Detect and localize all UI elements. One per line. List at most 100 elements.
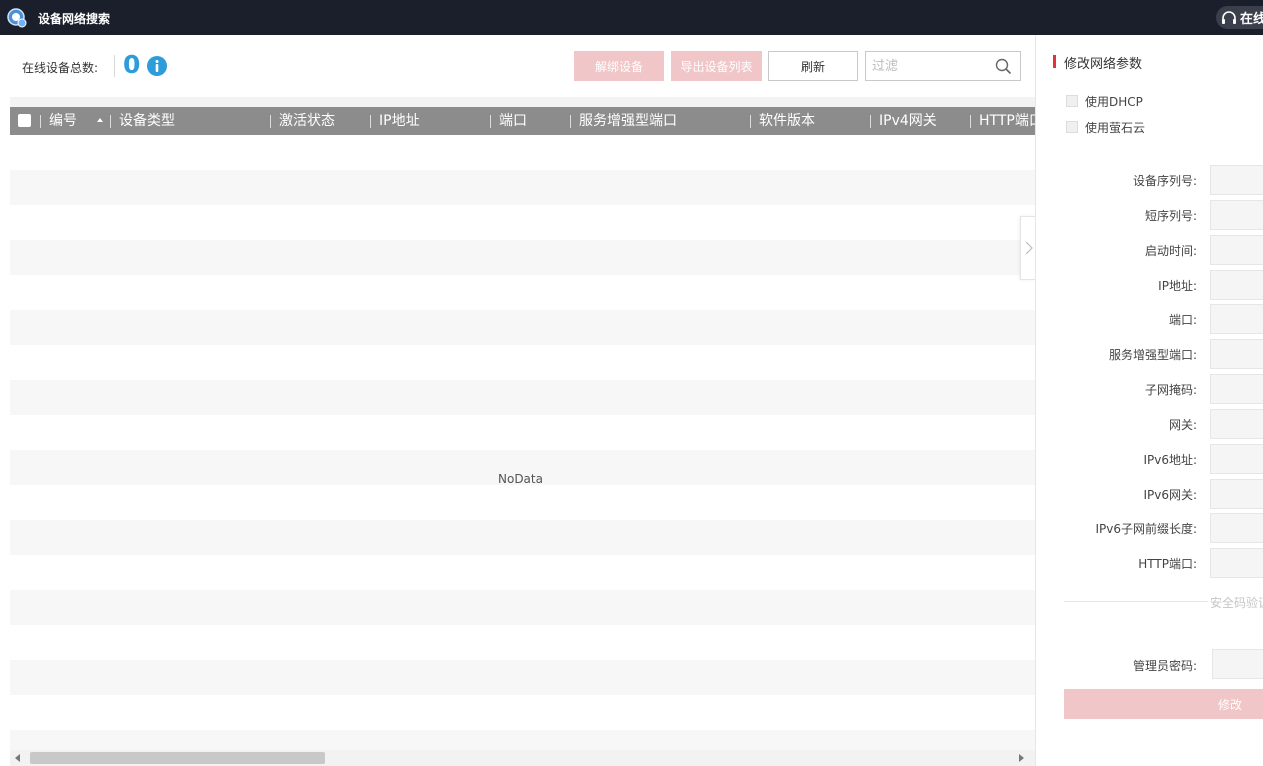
admin-password-field[interactable] [1212, 649, 1263, 679]
column-header-ip[interactable]: IP地址 [379, 107, 420, 135]
table-row [10, 345, 1035, 380]
ipv6-gateway-label: IPv6网关: [1143, 488, 1197, 502]
enhanced-port-label: 服务增强型端口: [1108, 348, 1197, 362]
column-header-id[interactable]: 编号 [49, 107, 77, 135]
info-icon[interactable] [147, 56, 167, 76]
ipv6-prefix-label: IPv6子网前缀长度: [1095, 522, 1197, 536]
http-port-field[interactable] [1210, 548, 1263, 578]
title-bar: 设备网络搜索 在线 [0, 0, 1263, 35]
online-count-label: 在线设备总数: [22, 61, 99, 75]
column-header-device-type[interactable]: 设备类型 [119, 107, 175, 135]
online-service-button[interactable]: 在线 [1216, 6, 1263, 29]
column-header-ipv4-gateway[interactable]: IPv4网关 [879, 107, 937, 135]
table-row [10, 170, 1035, 205]
filter-input[interactable] [866, 52, 986, 80]
table-row [10, 660, 1035, 695]
app-logo-icon [7, 8, 27, 28]
table-row [10, 135, 1035, 170]
column-divider [40, 115, 41, 128]
headset-icon [1222, 10, 1236, 24]
admin-password-label: 管理员密码: [1132, 659, 1197, 673]
table-row [10, 520, 1035, 555]
use-ezviz-label: 使用萤石云 [1085, 120, 1146, 135]
count-divider [114, 55, 115, 77]
table-row [10, 730, 1035, 750]
boot-time-label: 启动时间: [1144, 244, 1197, 258]
search-icon[interactable] [995, 58, 1012, 75]
gateway-label: 网关: [1168, 418, 1197, 432]
column-divider [490, 115, 491, 128]
table-row [10, 310, 1035, 345]
table-row [10, 240, 1035, 275]
serial-number-field[interactable] [1210, 165, 1263, 195]
ipv6-gateway-field[interactable] [1210, 479, 1263, 509]
chevron-right-icon [1025, 241, 1033, 255]
column-divider [110, 115, 111, 128]
sort-ascending-icon[interactable] [96, 116, 104, 124]
ip-address-label: IP地址: [1158, 279, 1197, 293]
port-label: 端口: [1168, 313, 1197, 327]
short-serial-field[interactable] [1210, 200, 1263, 230]
filter-box [865, 51, 1021, 81]
ipv6-prefix-field[interactable] [1210, 513, 1263, 543]
table-row [10, 485, 1035, 520]
column-header-http-port[interactable]: HTTP端口 [979, 107, 1035, 135]
horizontal-scrollbar[interactable] [10, 750, 1035, 766]
no-data-message: NoData [498, 472, 543, 486]
column-divider [870, 115, 871, 128]
app-title: 设备网络搜索 [38, 12, 111, 26]
table-row [10, 275, 1035, 310]
scroll-right-icon[interactable] [1019, 754, 1024, 762]
scrollbar-thumb[interactable] [30, 752, 325, 764]
port-field[interactable] [1210, 304, 1263, 334]
network-params-panel: 修改网络参数 使用DHCP 使用萤石云 设备序列号: 短序列号: 启动时间: I… [1035, 35, 1263, 766]
column-header-activation[interactable]: 激活状态 [279, 107, 335, 135]
unbind-device-button[interactable]: 解绑设备 [574, 51, 664, 81]
http-port-label: HTTP端口: [1138, 557, 1197, 571]
subnet-mask-label: 子网掩码: [1144, 383, 1197, 397]
gateway-field[interactable] [1210, 409, 1263, 439]
column-header-enhanced-port[interactable]: 服务增强型端口 [579, 107, 677, 135]
panel-title: 修改网络参数 [1064, 57, 1143, 72]
use-dhcp-option[interactable]: 使用DHCP [1066, 93, 1143, 109]
subnet-mask-field[interactable] [1210, 374, 1263, 404]
ipv6-address-field[interactable] [1210, 444, 1263, 474]
boot-time-field[interactable] [1210, 235, 1263, 265]
table-row [10, 205, 1035, 240]
use-dhcp-label: 使用DHCP [1085, 94, 1143, 109]
device-list-area: 在线设备总数: 0 解绑设备 导出设备列表 刷新 编号 设备类型 激活状态 IP… [0, 35, 1035, 766]
scroll-left-icon[interactable] [15, 754, 20, 762]
column-divider [370, 115, 371, 128]
use-dhcp-checkbox[interactable] [1066, 95, 1078, 107]
column-divider [750, 115, 751, 128]
use-ezviz-checkbox[interactable] [1066, 121, 1078, 133]
ip-address-field[interactable] [1210, 270, 1263, 300]
column-header-port[interactable]: 端口 [499, 107, 527, 135]
panel-collapse-handle[interactable] [1020, 216, 1036, 280]
table-row [10, 590, 1035, 625]
online-service-label: 在线 [1240, 12, 1263, 27]
section-marker [1053, 55, 1056, 68]
table-row [10, 415, 1035, 450]
online-count-value: 0 [123, 50, 141, 79]
refresh-button[interactable]: 刷新 [768, 51, 858, 81]
serial-number-label: 设备序列号: [1132, 174, 1197, 188]
ipv6-address-label: IPv6地址: [1143, 453, 1197, 467]
table-row [10, 380, 1035, 415]
table-top-band [10, 97, 1035, 107]
export-device-list-button[interactable]: 导出设备列表 [671, 51, 762, 81]
column-header-software-version[interactable]: 软件版本 [759, 107, 815, 135]
select-all-checkbox[interactable] [18, 114, 31, 127]
column-divider [270, 115, 271, 128]
enhanced-port-field[interactable] [1210, 339, 1263, 369]
table-row [10, 625, 1035, 660]
security-code-label: 安全码验证 [1208, 594, 1263, 611]
table-header: 编号 设备类型 激活状态 IP地址 端口 服务增强型端口 软件版本 IPv4网关… [10, 107, 1035, 135]
modify-button[interactable]: 修改 [1064, 689, 1263, 719]
table-row [10, 695, 1035, 730]
short-serial-label: 短序列号: [1144, 209, 1197, 223]
use-ezviz-option[interactable]: 使用萤石云 [1066, 119, 1145, 135]
column-divider [970, 115, 971, 128]
table-row [10, 555, 1035, 590]
table-body: NoData [10, 135, 1035, 750]
